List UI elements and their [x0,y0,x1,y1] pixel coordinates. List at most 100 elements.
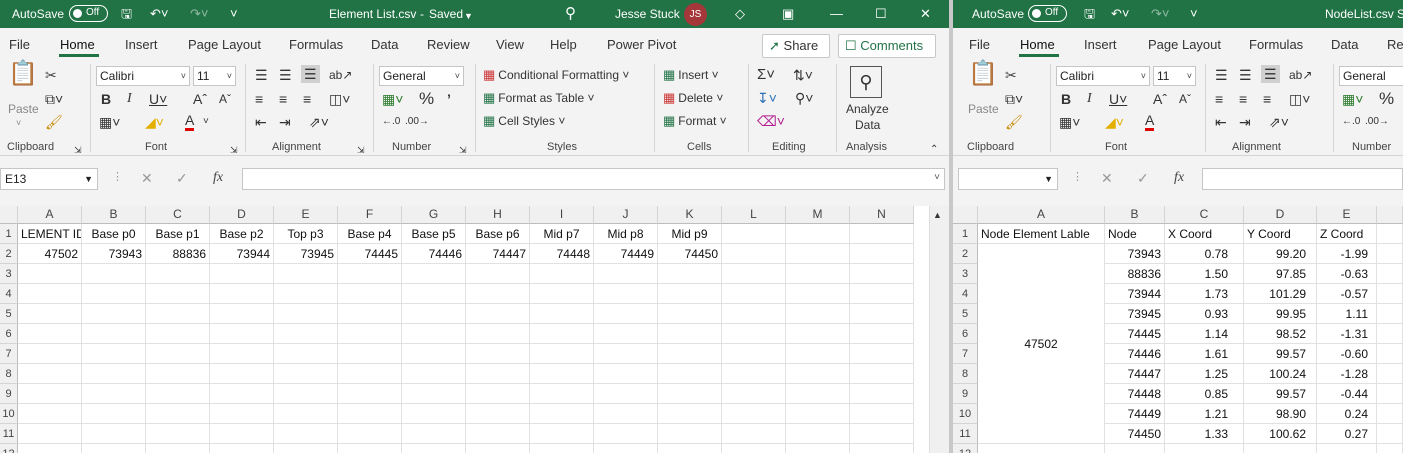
cell-e12[interactable] [274,444,338,453]
increase-font-icon[interactable]: Aˆ [193,91,207,107]
cell-f9[interactable] [338,384,402,404]
column-header-a[interactable]: A [978,206,1105,224]
cell-e1[interactable]: Z Coord [1317,224,1377,244]
cell-g4[interactable] [402,284,466,304]
cell-n5[interactable] [850,304,914,324]
tab-home[interactable]: Home [60,37,95,52]
cell-a7[interactable] [18,344,82,364]
autosave-toggle[interactable]: Off [1028,5,1067,22]
cell-k1[interactable]: Mid p9 [658,224,722,244]
cell-d10[interactable] [210,404,274,424]
column-header-c[interactable]: C [146,206,210,224]
cell-c8[interactable] [146,364,210,384]
row-header-5[interactable]: 5 [953,304,978,324]
cell-m11[interactable] [786,424,850,444]
cell-b4[interactable]: 73944 [1105,284,1165,304]
cell-i11[interactable] [530,424,594,444]
cell-l7[interactable] [722,344,786,364]
cell-c6[interactable] [146,324,210,344]
cell-m12[interactable] [786,444,850,453]
cell-h9[interactable] [466,384,530,404]
cell-b10[interactable] [82,404,146,424]
decrease-font-icon[interactable]: Aˇ [1179,91,1191,107]
decrease-indent-icon[interactable]: ⇤ [255,114,267,130]
cell-j12[interactable] [594,444,658,453]
cell-g12[interactable] [402,444,466,453]
column-header-l[interactable]: L [722,206,786,224]
decrease-decimal-icon[interactable]: .00→ [1365,114,1389,130]
save-icon[interactable]: 🖫 [121,6,132,21]
analyze-data-label-line2[interactable]: Data [855,118,880,132]
cell-n1[interactable] [850,224,914,244]
row-header-8[interactable]: 8 [953,364,978,384]
align-bottom-icon[interactable]: ☰ [301,65,320,83]
font-color-icon[interactable]: A [1145,112,1155,131]
vertical-scrollbar[interactable] [929,206,949,453]
cell-n6[interactable] [850,324,914,344]
cell-h5[interactable] [466,304,530,324]
cell-e1[interactable]: Top p3 [274,224,338,244]
column-header-e[interactable]: E [274,206,338,224]
merge-center-icon[interactable]: ◫˅ [329,91,350,107]
cell-b1[interactable]: Node [1105,224,1165,244]
cell-k8[interactable] [658,364,722,384]
cell-a12[interactable] [978,444,1105,453]
number-format-dropdown[interactable]: General ˅ [379,66,464,86]
cell-b3[interactable]: 88836 [1105,264,1165,284]
cell-a6[interactable] [18,324,82,344]
fill-icon[interactable]: ↧˅ [757,90,777,106]
cell-d3[interactable]: 97.85 [1244,264,1317,284]
cell-c1[interactable]: X Coord [1165,224,1244,244]
paste-button[interactable]: Paste [968,102,999,116]
cell-c10[interactable]: 1.21 [1165,404,1244,424]
cell-e11[interactable]: 0.27 [1317,424,1377,444]
row-header-4[interactable]: 4 [0,284,18,304]
cell-g10[interactable] [402,404,466,424]
cell-k6[interactable] [658,324,722,344]
tab-insert[interactable]: Insert [1084,37,1117,52]
undo-icon[interactable]: ↶˅ [150,6,168,21]
cell-j3[interactable] [594,264,658,284]
cell-l2[interactable] [722,244,786,264]
underline-icon[interactable]: U˅ [149,91,167,107]
cell-k2[interactable]: 74450 [658,244,722,264]
column-header-a[interactable]: A [18,206,82,224]
cell-f11[interactable] [338,424,402,444]
save-status[interactable]: Save [1397,7,1403,21]
cell-j1[interactable]: Mid p8 [594,224,658,244]
minimize-icon[interactable]: — [830,6,843,21]
cell-f4[interactable] [338,284,402,304]
customize-toolbar-icon[interactable]: ˅ [230,6,238,21]
align-right-icon[interactable]: ≡ [303,91,311,107]
percent-icon[interactable]: % [419,90,434,107]
text-direction-icon[interactable]: ⇗˅ [1269,114,1289,130]
formula-input[interactable] [1202,168,1403,190]
tab-insert[interactable]: Insert [125,37,158,52]
paste-icon[interactable]: 📋 [968,62,998,94]
cell-l8[interactable] [722,364,786,384]
align-left-icon[interactable]: ≡ [255,91,263,107]
cell-k7[interactable] [658,344,722,364]
cell-j2[interactable]: 74449 [594,244,658,264]
row-header-11[interactable]: 11 [0,424,18,444]
row-header-8[interactable]: 8 [0,364,18,384]
borders-icon[interactable]: ▦˅ [99,114,120,130]
select-all-corner[interactable] [0,206,18,224]
cell-a11[interactable] [18,424,82,444]
cell-e3[interactable]: -0.63 [1317,264,1377,284]
row-header-1[interactable]: 1 [0,224,18,244]
row-header-3[interactable]: 3 [0,264,18,284]
scroll-up-icon[interactable]: ▲ [933,207,942,223]
row-header-10[interactable]: 10 [953,404,978,424]
decrease-decimal-icon[interactable]: .00→ [405,114,429,130]
cell-i3[interactable] [530,264,594,284]
align-bottom-icon[interactable]: ☰ [1261,65,1280,83]
cell-e10[interactable]: 0.24 [1317,404,1377,424]
font-color-icon[interactable]: A [185,112,195,131]
merged-cell-a2-a11[interactable]: 47502 [978,244,1105,444]
cell-e9[interactable] [274,384,338,404]
comma-icon[interactable]: ’ [447,91,451,107]
save-status[interactable]: Saved [429,7,463,21]
cell-a12[interactable] [18,444,82,453]
column-header-k[interactable]: K [658,206,722,224]
